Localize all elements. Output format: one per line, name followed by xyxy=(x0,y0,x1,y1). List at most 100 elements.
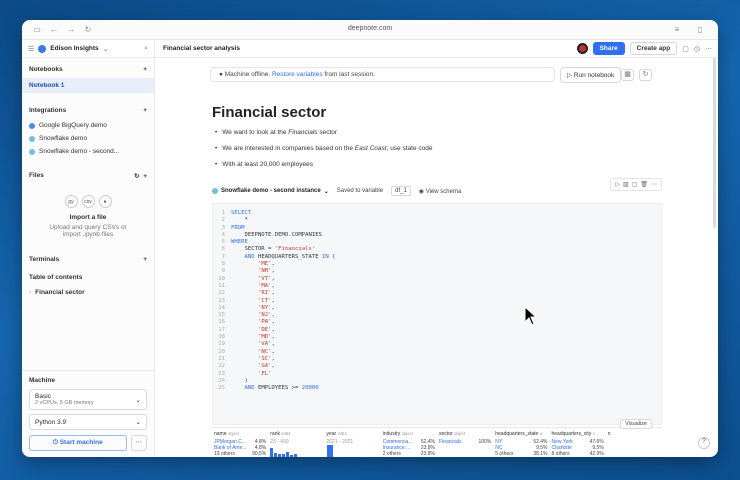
result-column[interactable]: rank int64 23 - 439 xyxy=(268,431,324,457)
menu-icon[interactable]: ☰ xyxy=(28,45,34,53)
code-token: , xyxy=(271,275,275,282)
chevron-right-icon: › xyxy=(29,289,32,296)
history-icon[interactable]: ◷ xyxy=(694,45,700,53)
workspace-name[interactable]: Edison Insights xyxy=(50,45,98,52)
avatar[interactable] xyxy=(576,43,588,54)
view-schema-button[interactable]: ◉ View schema xyxy=(419,188,461,195)
add-terminal-icon[interactable]: + xyxy=(143,256,147,263)
code-token: , xyxy=(271,319,275,326)
files-actions[interactable]: ↻ + xyxy=(134,172,147,180)
calendar-icon[interactable]: ▦ xyxy=(621,69,634,81)
sql-code-editor[interactable]: 1 SELECT 2 * 3 FROM 4 DEEPNOTE.DEMO.COMPANIES… xyxy=(212,203,662,425)
code-line[interactable]: 14 'NY', xyxy=(213,305,661,312)
code-token: HEADQUARTERS_STATE xyxy=(254,253,322,260)
result-column[interactable]: year int64 2021 - 2021 xyxy=(325,431,381,457)
add-integration-icon[interactable]: + xyxy=(143,107,147,114)
forward-icon[interactable]: → xyxy=(64,25,78,34)
toc-item-financial-sector[interactable]: › Financial sector xyxy=(29,286,147,299)
add-notebook-icon[interactable]: + xyxy=(143,66,147,73)
machine-more-button[interactable]: ⋯ xyxy=(130,435,147,451)
code-token: , xyxy=(271,304,275,311)
code-line[interactable]: 6 SECTOR = 'Financials' xyxy=(213,246,661,253)
result-column[interactable]: headquarters_state o NY 52.4% NC 9.5% 5 other… xyxy=(493,431,549,457)
column-header[interactable]: headquarters_state o xyxy=(495,431,547,437)
code-token: , xyxy=(271,261,275,268)
code-line[interactable]: 23 'FL' xyxy=(213,371,661,378)
import-file-dropzone[interactable]: py csv ● Import a file Upload and query … xyxy=(29,185,147,242)
code-line[interactable]: 13 'CT', xyxy=(213,298,661,305)
line-number: 1 xyxy=(221,210,225,216)
code-line[interactable]: 9 'NH', xyxy=(213,268,661,275)
python-version-select[interactable]: Python 3.9 ⌄ xyxy=(29,414,147,430)
code-line[interactable]: 4 DEEPNOTE.DEMO.COMPANIES xyxy=(213,232,661,239)
snowflake-icon xyxy=(29,135,35,142)
code-line[interactable]: 25 AND EMPLOYEES >= 20000 xyxy=(213,385,661,392)
visualize-button[interactable]: Visualize xyxy=(620,419,652,429)
column-header[interactable]: n xyxy=(608,431,660,437)
scrollbar[interactable] xyxy=(713,58,716,228)
column-header[interactable]: industry object xyxy=(383,431,435,437)
code-line[interactable]: 19 'VA', xyxy=(213,341,661,348)
result-column[interactable]: name object JPMorgan C... 4.8% Bank of Ame.… xyxy=(212,431,268,457)
notebook-title[interactable]: Financial sector analysis xyxy=(155,45,240,52)
line-number: 4 xyxy=(221,231,225,238)
code-line[interactable]: 8 'ME', xyxy=(213,261,661,268)
create-app-button[interactable]: Create app xyxy=(629,42,678,55)
start-machine-button[interactable]: ⏻ Start machine xyxy=(29,435,127,451)
code-line[interactable]: 2 * xyxy=(213,217,661,224)
column-name: headquarters_city xyxy=(551,431,592,437)
data-source-select[interactable]: Snowflake demo - second instance ⌄ xyxy=(212,188,329,195)
code-line[interactable]: 15 'NJ', xyxy=(213,312,661,319)
run-notebook-button[interactable]: ▷ Run notebook xyxy=(560,67,622,83)
code-token: , xyxy=(271,268,275,275)
comment-icon[interactable]: ▢ xyxy=(682,45,689,53)
more-icon[interactable]: ⋯ xyxy=(705,45,712,53)
code-line[interactable]: 7 AND HEADQUARTERS_STATE IN ( xyxy=(213,254,661,261)
result-column[interactable]: n xyxy=(606,431,662,457)
reload-icon[interactable]: ↻ xyxy=(81,25,95,34)
result-column[interactable]: headquarters_city o New York 47.6% Charlott… xyxy=(550,431,606,457)
sidebar-item-snowflake-second[interactable]: Snowflake demo - second... xyxy=(29,145,147,158)
variable-name-input[interactable]: df_1 xyxy=(391,186,411,196)
code-line[interactable]: 24 ) xyxy=(213,378,661,385)
code-line[interactable]: 22 'GA', xyxy=(213,363,661,370)
code-line[interactable]: 5 WHERE xyxy=(213,239,661,246)
sidebar-item-bigquery[interactable]: Google BigQuery demo xyxy=(29,119,147,132)
code-line[interactable]: 18 'MD', xyxy=(213,334,661,341)
column-header[interactable]: sector object xyxy=(439,431,491,437)
column-header[interactable]: rank int64 xyxy=(270,431,322,437)
machine-select[interactable]: Basic 2 vCPUs, 5 GB memory ⌄ xyxy=(29,389,147,410)
reader-icon[interactable]: ≡ xyxy=(670,25,684,34)
code-line[interactable]: 3 FROM xyxy=(213,225,661,232)
code-token: , xyxy=(271,363,275,370)
help-icon[interactable]: ? xyxy=(698,437,710,449)
code-line[interactable]: 10 'VT', xyxy=(213,276,661,283)
offline-suffix: from last session. xyxy=(324,71,375,78)
code-line[interactable]: 20 'NC', xyxy=(213,349,661,356)
sidebar-item-notebook-1[interactable]: Notebook 1 xyxy=(22,78,154,93)
result-column[interactable]: industry object Commercia... 52.4% Insuranc… xyxy=(381,431,437,457)
code-line[interactable]: 11 'MA', xyxy=(213,283,661,290)
sidebar-item-snowflake[interactable]: Snowflake demo xyxy=(29,132,147,145)
code-line[interactable]: 16 'PA', xyxy=(213,319,661,326)
share-button[interactable]: Share xyxy=(592,42,625,55)
code-line[interactable]: 12 'RI', xyxy=(213,290,661,297)
python-file-icon: py xyxy=(64,195,78,208)
back-icon[interactable]: ← xyxy=(47,25,61,34)
code-token: 'VA' xyxy=(257,341,272,348)
code-line[interactable]: 21 'SC', xyxy=(213,356,661,363)
sidebar-toggle-icon[interactable]: ▭ xyxy=(30,25,44,34)
search-icon[interactable]: ⌕ xyxy=(144,45,148,53)
column-header[interactable]: year int64 xyxy=(327,431,379,437)
restore-variables-link[interactable]: Restore variables xyxy=(272,71,323,78)
refresh-icon[interactable]: ↻ xyxy=(639,69,652,81)
result-column[interactable]: sector object Financials 100% xyxy=(437,431,493,457)
code-line[interactable]: 1 SELECT xyxy=(213,210,661,217)
column-header[interactable]: name object xyxy=(214,431,266,437)
column-header[interactable]: headquarters_city o xyxy=(552,431,604,437)
split-view-icon[interactable]: ▯ xyxy=(693,25,707,34)
url-text[interactable]: deepnote.com xyxy=(348,25,392,32)
workspace-switcher[interactable]: ☰ Edison Insights ⌄ ⌕ xyxy=(22,40,155,57)
code-line[interactable]: 17 'DE', xyxy=(213,327,661,334)
